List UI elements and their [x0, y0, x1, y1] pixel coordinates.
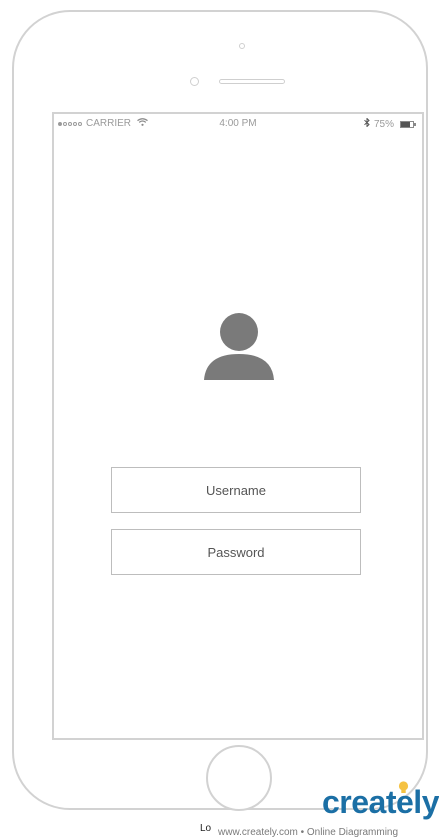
battery-fill — [401, 121, 410, 127]
password-placeholder: Password — [207, 544, 265, 560]
bluetooth-icon — [364, 117, 370, 130]
password-field[interactable]: Password — [111, 529, 361, 575]
status-bar: CARRIER 4:00 PM 75% — [54, 114, 422, 134]
username-placeholder: Username — [206, 482, 266, 498]
phone-screen: CARRIER 4:00 PM 75% Username Password — [52, 112, 424, 740]
battery-percent: 75% — [373, 118, 394, 130]
home-button[interactable] — [206, 745, 272, 811]
proximity-sensor — [190, 77, 199, 86]
front-camera — [239, 43, 245, 49]
username-field[interactable]: Username — [111, 467, 361, 513]
phone-frame: CARRIER 4:00 PM 75% Username Password — [12, 10, 428, 811]
earpiece-speaker — [219, 79, 285, 84]
watermark-url: www.creately.com • Online Diagramming — [218, 827, 399, 838]
status-right: 75% — [364, 117, 416, 130]
lightbulb-icon — [398, 781, 409, 796]
battery-icon — [400, 120, 416, 128]
user-avatar-icon — [202, 310, 276, 384]
diagram-caption: Lo — [200, 823, 212, 834]
creately-logo: creately — [322, 784, 439, 820]
